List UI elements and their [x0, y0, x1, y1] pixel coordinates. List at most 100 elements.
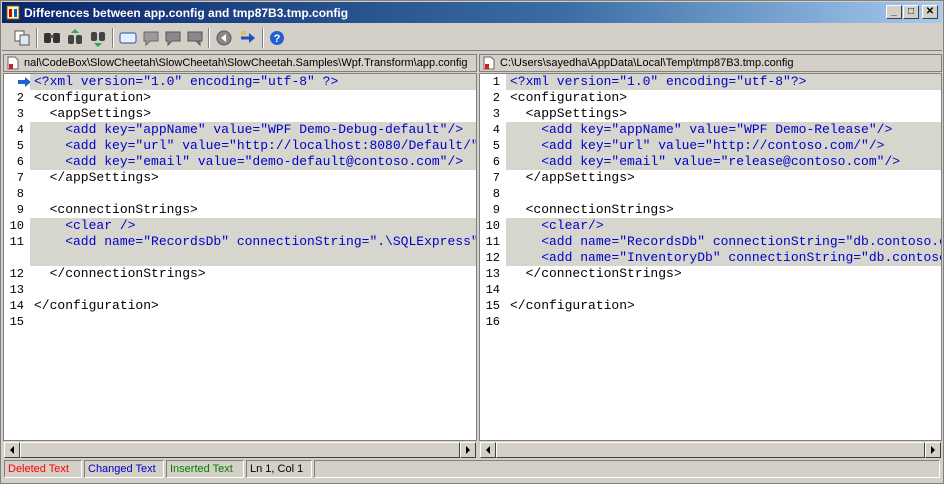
- line-content: <configuration>: [30, 90, 476, 106]
- code-line[interactable]: 14: [480, 282, 941, 298]
- left-pane-header: nal\CodeBox\SlowCheetah\SlowCheetah\Slow…: [3, 54, 477, 72]
- line-number: 4: [16, 123, 24, 137]
- code-line[interactable]: 10 <clear/>: [480, 218, 941, 234]
- scroll-right-button[interactable]: [925, 442, 941, 458]
- code-line[interactable]: 15 </configuration>: [480, 298, 941, 314]
- code-line[interactable]: [4, 250, 476, 266]
- code-line[interactable]: 3 <appSettings>: [4, 106, 476, 122]
- code-line[interactable]: 5 <add key="url" value="http://localhost…: [4, 138, 476, 154]
- code-line[interactable]: 15: [4, 314, 476, 330]
- toolbar-separator: [262, 28, 264, 48]
- line-text: <add key="appName" value="WPF Demo-Debug…: [34, 122, 464, 137]
- help-icon[interactable]: ?: [267, 28, 287, 48]
- maximize-button[interactable]: □: [903, 5, 919, 19]
- code-line[interactable]: 11 <add name="RecordsDb" connectionStrin…: [480, 234, 941, 250]
- code-line[interactable]: <?xml version="1.0" encoding="utf-8" ?>: [4, 74, 476, 90]
- line-content: [506, 282, 941, 298]
- line-content: <add key="appName" value="WPF Demo-Relea…: [506, 122, 941, 138]
- code-line[interactable]: 12 <add name="InventoryDb" connectionStr…: [480, 250, 941, 266]
- line-content: [506, 186, 941, 202]
- code-line[interactable]: 11 <add name="RecordsDb" connectionStrin…: [4, 234, 476, 250]
- go-back-icon[interactable]: [214, 28, 234, 48]
- code-line[interactable]: 2 <configuration>: [4, 90, 476, 106]
- line-number: 12: [9, 267, 24, 281]
- window-title: Differences between app.config and tmp87…: [24, 6, 349, 20]
- code-line[interactable]: 6 <add key="email" value="demo-default@c…: [4, 154, 476, 170]
- code-line[interactable]: 8: [4, 186, 476, 202]
- line-text: <appSettings>: [510, 106, 628, 121]
- code-line[interactable]: 6 <add key="email" value="release@contos…: [480, 154, 941, 170]
- line-number: 9: [16, 203, 24, 217]
- view-icon[interactable]: [118, 28, 138, 48]
- file-icon: [483, 56, 495, 70]
- close-button[interactable]: ✕: [922, 5, 938, 19]
- code-line[interactable]: 5 <add key="url" value="http://contoso.c…: [480, 138, 941, 154]
- code-line[interactable]: 4 <add key="appName" value="WPF Demo-Deb…: [4, 122, 476, 138]
- code-line[interactable]: 9 <connectionStrings>: [480, 202, 941, 218]
- line-number: 4: [492, 123, 500, 137]
- cursor-position: Ln 1, Col 1: [246, 460, 312, 478]
- comment-forward-icon[interactable]: [185, 28, 205, 48]
- code-line[interactable]: 13: [4, 282, 476, 298]
- toolbar-separator: [112, 28, 114, 48]
- line-text: <add key="url" value="http://contoso.com…: [510, 138, 885, 153]
- left-code-pane[interactable]: <?xml version="1.0" encoding="utf-8" ?> 2…: [3, 73, 477, 441]
- left-horizontal-scrollbar[interactable]: [3, 441, 477, 458]
- find-next-icon[interactable]: [88, 28, 108, 48]
- line-text: <add key="appName" value="WPF Demo-Relea…: [510, 122, 893, 137]
- toolbar-separator: [36, 28, 38, 48]
- code-line[interactable]: 1 <?xml version="1.0" encoding="utf-8"?>: [480, 74, 941, 90]
- code-line[interactable]: 14 </configuration>: [4, 298, 476, 314]
- line-text: <configuration>: [510, 90, 628, 105]
- line-content: </connectionStrings>: [506, 266, 941, 282]
- code-line[interactable]: 12 </connectionStrings>: [4, 266, 476, 282]
- title-bar[interactable]: Differences between app.config and tmp87…: [2, 2, 942, 23]
- line-content: <?xml version="1.0" encoding="utf-8"?>: [506, 74, 941, 90]
- line-text: <add key="email" value="release@contoso.…: [510, 154, 901, 169]
- scroll-right-arrow-icon: [931, 446, 935, 454]
- code-line[interactable]: 9 <connectionStrings>: [4, 202, 476, 218]
- right-code-lines: 1 <?xml version="1.0" encoding="utf-8"?> 2…: [480, 74, 941, 330]
- find-previous-icon[interactable]: [65, 28, 85, 48]
- line-text: <clear />: [34, 218, 136, 233]
- code-line[interactable]: 13 </connectionStrings>: [480, 266, 941, 282]
- file-icon: [7, 56, 19, 70]
- code-line[interactable]: 3 <appSettings>: [480, 106, 941, 122]
- diff-window: Differences between app.config and tmp87…: [0, 0, 944, 484]
- line-number: 8: [492, 187, 500, 201]
- line-text: <add name="InventoryDb" connectionString…: [541, 250, 941, 265]
- code-line[interactable]: 7 </appSettings>: [480, 170, 941, 186]
- scroll-right-button[interactable]: [460, 442, 476, 458]
- line-number: 9: [492, 203, 500, 217]
- status-bar: Deleted Text Changed Text Inserted Text …: [2, 459, 942, 481]
- line-number: 13: [485, 267, 500, 281]
- code-line[interactable]: 10 <clear />: [4, 218, 476, 234]
- comment-icon[interactable]: [141, 28, 161, 48]
- right-code-pane[interactable]: 1 <?xml version="1.0" encoding="utf-8"?> 2…: [479, 73, 942, 441]
- minimize-button[interactable]: _: [886, 5, 902, 19]
- right-horizontal-scrollbar[interactable]: [479, 441, 942, 458]
- scroll-thumb[interactable]: [496, 442, 925, 458]
- scroll-left-button[interactable]: [4, 442, 20, 458]
- scroll-thumb[interactable]: [20, 442, 460, 458]
- code-line[interactable]: 4 <add key="appName" value="WPF Demo-Rel…: [480, 122, 941, 138]
- line-number: 1: [492, 75, 500, 89]
- code-line[interactable]: 8: [480, 186, 941, 202]
- line-number: 5: [16, 139, 24, 153]
- comment-back-icon[interactable]: [163, 28, 183, 48]
- copy-icon[interactable]: [12, 28, 32, 48]
- legend-changed-text: Changed Text: [84, 460, 164, 478]
- line-number: 2: [492, 91, 500, 105]
- line-number: 15: [9, 315, 24, 329]
- code-line[interactable]: 16: [480, 314, 941, 330]
- scroll-left-button[interactable]: [480, 442, 496, 458]
- code-line[interactable]: 2 <configuration>: [480, 90, 941, 106]
- line-content: <appSettings>: [506, 106, 941, 122]
- line-content: <add key="url" value="http://contoso.com…: [506, 138, 941, 154]
- line-content: [30, 186, 476, 202]
- line-text: </appSettings>: [34, 170, 159, 185]
- code-line[interactable]: 7 </appSettings>: [4, 170, 476, 186]
- go-forward-icon[interactable]: [238, 28, 258, 48]
- toolbar-separator: [208, 28, 210, 48]
- find-icon[interactable]: [42, 28, 62, 48]
